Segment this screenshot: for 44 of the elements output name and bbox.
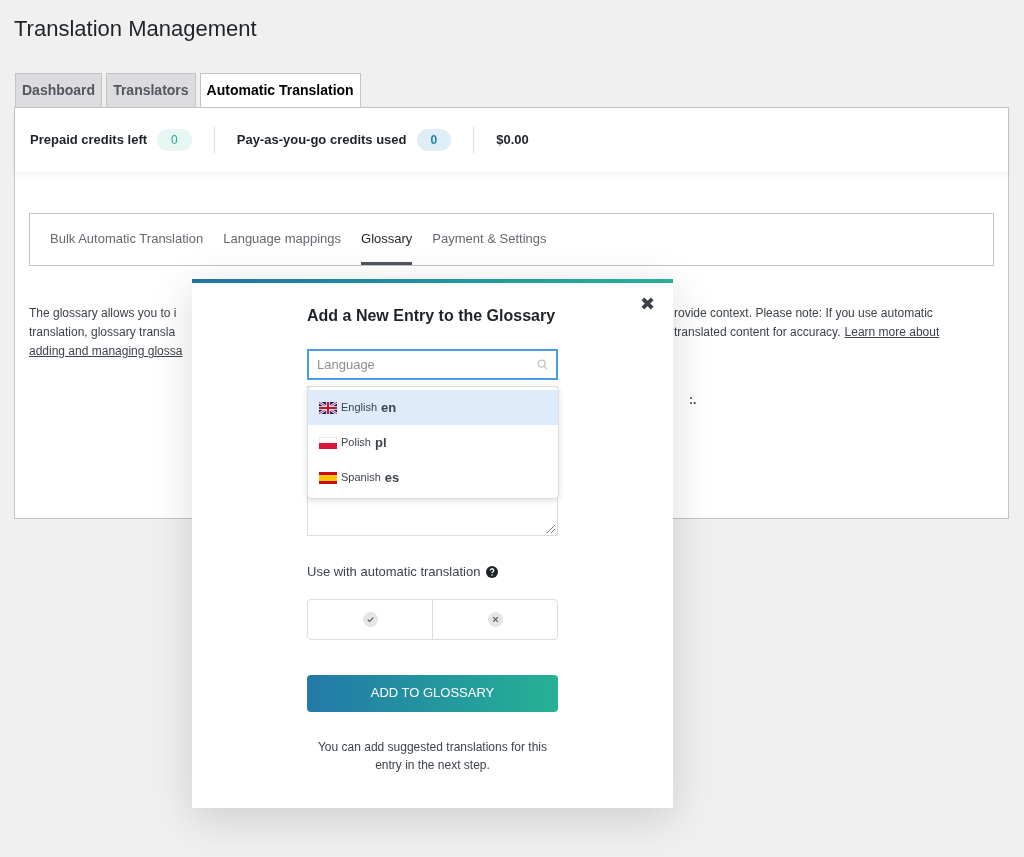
text-fragment: :. [689, 392, 698, 409]
page-title: Translation Management [14, 15, 257, 43]
subtab[interactable]: Bulk Automatic Translation [50, 214, 204, 265]
glossary-description: translated content for accuracy. [674, 324, 841, 341]
language-field[interactable]: Language [307, 349, 558, 380]
credit-amount: $0.00 [473, 127, 529, 153]
credit-label: Prepaid credits left [30, 131, 148, 150]
credit-count: 0 [157, 129, 192, 151]
subtab[interactable]: Payment & Settings [432, 214, 547, 265]
flag-icon [319, 436, 337, 449]
language-name: Polish [341, 435, 371, 451]
language-code: es [384, 468, 400, 487]
credit-count: 0 [416, 129, 452, 151]
glossary-description: The glossary allows you to i [29, 306, 177, 320]
help-icon [486, 565, 499, 578]
close-icon [487, 611, 503, 627]
flag-icon [319, 471, 337, 484]
glossary-description: translation, glossary transla [29, 325, 176, 339]
auto-translation-label: Use with automatic translation [307, 563, 481, 581]
flag-icon [319, 401, 337, 414]
learn-more-link[interactable]: adding and managing glossa [29, 344, 183, 358]
tab[interactable]: Dashboard [15, 73, 103, 108]
credit-label: Pay-as-you-go credits used [236, 131, 407, 150]
language-name: English [341, 400, 378, 416]
language-code: en [381, 398, 397, 417]
subtab[interactable]: Glossary [361, 214, 413, 265]
language-name: Spanish [341, 470, 381, 486]
language-option[interactable]: English en [308, 390, 558, 425]
tab[interactable]: Automatic Translation [199, 73, 361, 108]
subtab[interactable]: Language mappings [223, 214, 342, 265]
check-icon [362, 611, 378, 627]
next-step-note: You can add suggested translations for this entry in the next step. [316, 738, 548, 774]
tab[interactable]: Translators [106, 73, 196, 108]
glossary-description: rovide context. Please note: If you use automatic [674, 305, 933, 322]
language-option[interactable]: Polish pl [308, 425, 558, 460]
language-option[interactable]: Spanish es [308, 460, 558, 495]
add-to-glossary-button[interactable]: ADD TO GLOSSARY [307, 674, 558, 712]
close-button[interactable]: ✖ [640, 291, 655, 318]
search-icon [537, 359, 548, 370]
language-code: pl [374, 433, 387, 452]
learn-more-link[interactable]: Learn more about [844, 323, 940, 342]
language-input[interactable]: Language [317, 354, 533, 375]
modal-title: Add a New Entry to the Glossary [307, 306, 557, 326]
resize-handle-icon [546, 524, 555, 533]
